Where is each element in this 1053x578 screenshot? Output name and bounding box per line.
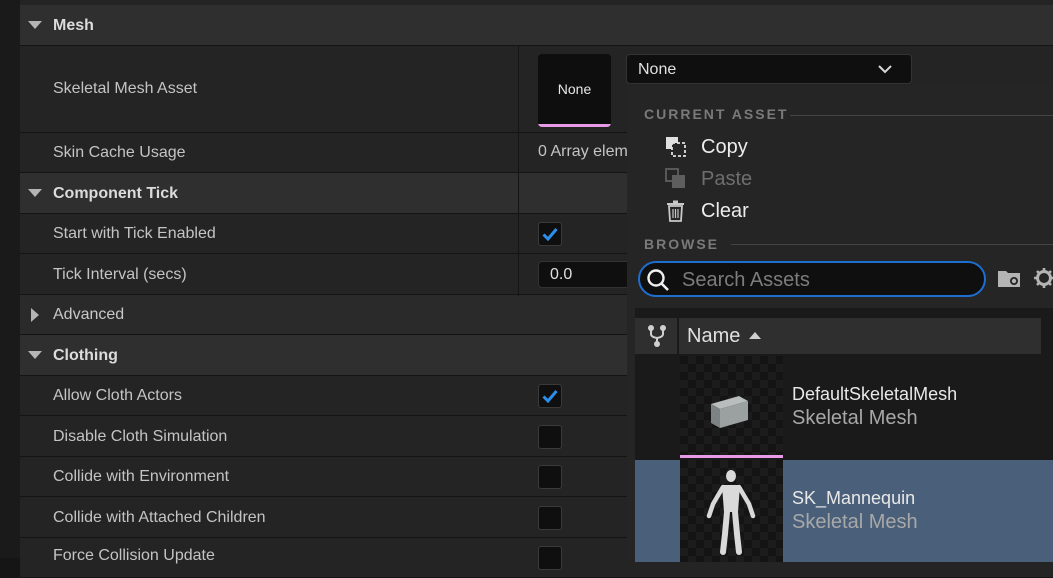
asset-type-color-bar <box>538 124 611 127</box>
asset-name: SK_Mannequin <box>792 488 916 508</box>
asset-list-header: Name <box>635 318 1041 354</box>
skin-cache-array-info: 0 Array elem <box>538 143 628 160</box>
collapse-arrow-icon[interactable] <box>28 21 42 29</box>
checkbox-force-collision-update[interactable] <box>538 546 562 570</box>
section-divider <box>731 244 1053 245</box>
property-label: Collide with Attached Children <box>53 509 266 526</box>
category-label: Clothing <box>53 347 118 364</box>
column-divider[interactable] <box>518 46 519 296</box>
property-label: Force Collision Update <box>53 547 215 564</box>
mesh-asset-thumbnail[interactable]: None <box>538 54 611 127</box>
tick-interval-field[interactable]: 0.0 <box>538 261 638 288</box>
checkmark-icon <box>542 390 558 403</box>
property-label: Collide with Environment <box>53 468 230 485</box>
chevron-down-icon <box>878 65 892 74</box>
section-divider <box>790 115 1053 116</box>
search-icon <box>647 269 669 291</box>
asset-item[interactable]: SK_Mannequin Skeletal Mesh <box>635 460 1053 562</box>
property-label: Allow Cloth Actors <box>53 387 182 404</box>
category-mesh[interactable]: Mesh <box>20 5 1053 46</box>
property-label: Start with Tick Enabled <box>53 225 216 242</box>
category-label: Advanced <box>53 306 125 323</box>
tick-interval-value: 0.0 <box>550 266 573 283</box>
trash-icon <box>667 200 684 222</box>
checkbox-collide-with-attached-children[interactable] <box>538 506 562 530</box>
paste-label: Paste <box>701 168 753 190</box>
asset-thumbnail <box>680 356 783 458</box>
browse-header: BROWSE <box>644 236 719 252</box>
mesh-asset-combo[interactable]: None <box>626 54 912 84</box>
asset-name: DefaultSkeletalMesh <box>792 384 958 404</box>
asset-type-color-bar <box>680 455 783 458</box>
thumbnail-label: None <box>557 81 592 97</box>
copy-label: Copy <box>701 136 748 158</box>
asset-item[interactable]: DefaultSkeletalMesh Skeletal Mesh <box>635 356 1053 458</box>
expand-arrow-icon[interactable] <box>31 308 39 322</box>
category-label: Component Tick <box>53 185 179 202</box>
asset-thumbnail <box>680 460 783 562</box>
asset-picker-popup: CURRENT ASSET Copy Paste Clear BROWSE Se… <box>627 86 1053 562</box>
checkmark-icon <box>542 228 558 241</box>
property-label: Tick Interval (secs) <box>53 266 187 283</box>
asset-type: Skeletal Mesh <box>792 407 918 429</box>
collapse-arrow-icon[interactable] <box>28 351 42 359</box>
checkbox-collide-with-environment[interactable] <box>538 465 562 489</box>
browse-folder-icon[interactable] <box>997 267 1023 289</box>
property-label: Disable Cloth Simulation <box>53 428 228 445</box>
checkbox-start-with-tick-enabled[interactable] <box>538 222 562 246</box>
search-input[interactable] <box>680 266 974 294</box>
sort-ascending-icon <box>749 332 761 339</box>
left-edge-strip <box>0 0 20 558</box>
search-box[interactable] <box>638 261 986 297</box>
category-label: Mesh <box>53 17 94 34</box>
paste-icon <box>665 168 685 188</box>
branch-icon <box>648 325 666 347</box>
copy-icon <box>666 137 686 157</box>
settings-gear-icon[interactable] <box>1033 267 1053 289</box>
name-column-header[interactable]: Name <box>687 325 740 348</box>
asset-type: Skeletal Mesh <box>792 511 918 533</box>
current-asset-header: CURRENT ASSET <box>644 106 789 122</box>
checkbox-disable-cloth-simulation[interactable] <box>538 425 562 449</box>
checkbox-allow-cloth-actors[interactable] <box>538 384 562 408</box>
source-filter-column[interactable] <box>635 318 679 354</box>
property-label: Skin Cache Usage <box>53 144 186 161</box>
combo-value: None <box>638 61 677 78</box>
clear-label: Clear <box>701 200 749 222</box>
cube-mesh-icon <box>711 396 748 428</box>
property-label: Skeletal Mesh Asset <box>53 80 198 97</box>
mannequin-icon <box>706 470 756 555</box>
collapse-arrow-icon[interactable] <box>28 189 42 197</box>
